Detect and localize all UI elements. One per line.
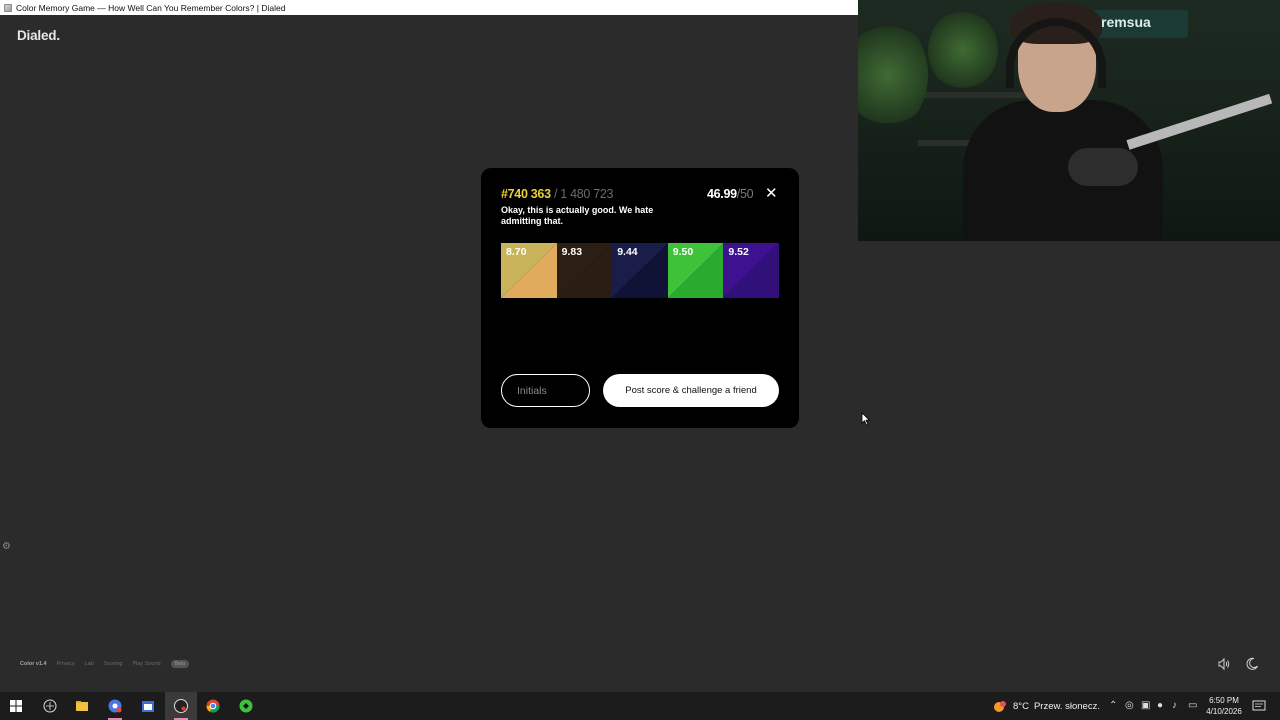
dialed-logo[interactable]: Dialed.: [17, 28, 60, 43]
weather-temp: 8°C: [1013, 700, 1029, 712]
volume-icon[interactable]: [1217, 657, 1231, 671]
swatch-score: 9.52: [728, 246, 749, 258]
clock-time: 6:50 PM: [1209, 696, 1239, 705]
close-icon[interactable]: ✕: [765, 186, 778, 201]
chrome-profile-icon[interactable]: [107, 698, 123, 714]
plant: [858, 20, 928, 130]
footer-link-privacy[interactable]: Privacy: [57, 661, 75, 667]
result-message: Okay, this is actually good. We hate adm…: [501, 205, 654, 226]
task-view-icon[interactable]: [42, 698, 58, 714]
settings-gear-icon[interactable]: ⚙: [2, 541, 11, 552]
beta-badge: Beta: [170, 660, 189, 668]
tray-camera-icon[interactable]: ▣: [1141, 700, 1150, 711]
score-max: /50: [736, 187, 754, 201]
swatch-3: 9.44: [612, 243, 668, 298]
calendar-app-icon[interactable]: [140, 698, 156, 714]
microphone-icon[interactable]: ●: [1157, 700, 1163, 711]
post-score-button[interactable]: Post score & challenge a friend: [603, 374, 779, 407]
footer-link-play-sound[interactable]: Play Sound: [132, 661, 160, 667]
speaker-icon[interactable]: ♪: [1172, 700, 1177, 711]
file-explorer-icon[interactable]: [74, 698, 90, 714]
chrome-icon[interactable]: [205, 698, 221, 714]
swatch-5: 9.52: [723, 243, 779, 298]
shelf: [918, 92, 1028, 98]
tray-chevron-up-icon[interactable]: ⌃: [1109, 700, 1117, 711]
swatch-1: 8.70: [501, 243, 557, 298]
obs-app-icon[interactable]: [173, 698, 189, 714]
total-score: 46.99/50: [707, 187, 754, 201]
footer-link-scoring[interactable]: Scoring: [104, 661, 123, 667]
color-swatches: 8.70 9.83 9.44 9.50 9.52: [501, 243, 779, 298]
swatch-score: 9.50: [672, 246, 694, 258]
notification-icon[interactable]: [1251, 698, 1267, 714]
dark-mode-moon-icon[interactable]: [1245, 657, 1259, 671]
window-title: Color Memory Game — How Well Can You Rem…: [16, 2, 286, 13]
rank-total: / 1 480 723: [553, 187, 614, 201]
taskbar: 8°C Przew. słonecz. ⌃ ◎ ▣ ● ♪ ▭ 6:50 PM …: [0, 692, 1280, 720]
network-icon[interactable]: ▭: [1188, 700, 1197, 711]
result-modal: #740 363 / 1 480 723 46.99/50 ✕ Okay, th…: [481, 168, 799, 428]
mouse-cursor-icon: [861, 412, 871, 426]
app-icon: [4, 3, 12, 12]
swatch-score: 8.70: [506, 246, 527, 258]
rank-line: #740 363 / 1 480 723: [501, 187, 614, 201]
footer: Color v1.4 Privacy Lab Scoring Play Soun…: [20, 660, 189, 668]
swatch-score: 9.83: [561, 246, 583, 258]
windows-start-icon[interactable]: [8, 698, 24, 714]
neon-sign: remsua: [1093, 10, 1188, 38]
weather-text: Przew. słonecz.: [1033, 700, 1100, 712]
swatch-4: 9.50: [667, 243, 724, 298]
weather-widget[interactable]: 8°C Przew. słonecz.: [992, 698, 1100, 714]
tray-app-icon[interactable]: ◎: [1125, 700, 1134, 711]
footer-link-lab[interactable]: Lab: [85, 661, 94, 667]
version-label: Color v1.4: [20, 661, 47, 667]
score-value: 46.99: [707, 187, 737, 201]
clock-date: 4/10/2026: [1206, 707, 1242, 716]
microphone: [1068, 148, 1138, 186]
mic-arm: [1126, 93, 1273, 150]
green-app-icon[interactable]: [238, 698, 254, 714]
initials-input[interactable]: [501, 374, 590, 407]
swatch-2: 9.83: [556, 243, 613, 298]
weather-sun-icon: [994, 701, 1006, 712]
rank: #740 363: [501, 187, 551, 201]
webcam-overlay: remsua: [858, 0, 1280, 241]
swatch-score: 9.44: [617, 246, 638, 258]
plant: [928, 10, 998, 90]
taskbar-clock[interactable]: 6:50 PM 4/10/2026: [1200, 695, 1248, 717]
window-titlebar: Color Memory Game — How Well Can You Rem…: [0, 0, 858, 15]
